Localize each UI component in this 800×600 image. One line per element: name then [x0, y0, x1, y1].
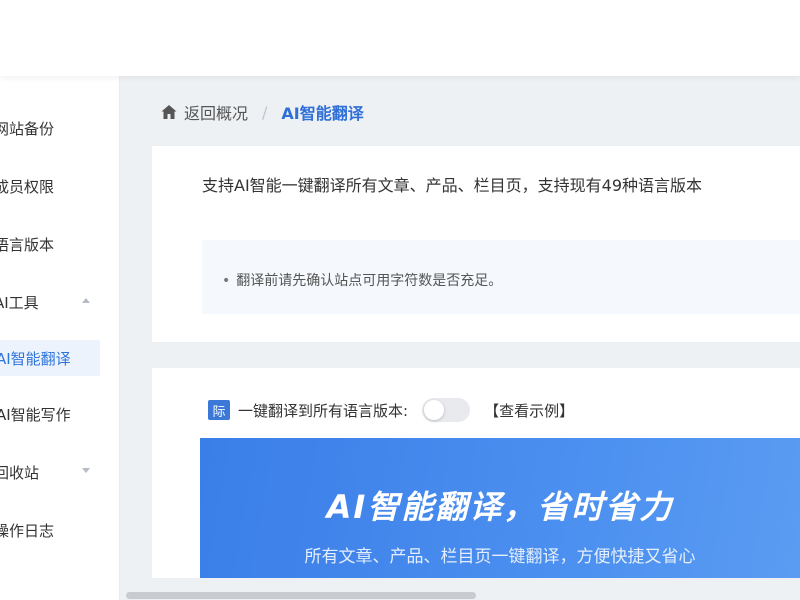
sidebar-item-operation-log[interactable]: 操作日志 [0, 512, 112, 548]
sidebar-item-ai-tools[interactable]: AI工具 [0, 284, 112, 320]
sidebar: 网站备份 成员权限 语言版本 AI工具 AI智能翻译 AI智能写作 回收站 操作… [0, 76, 120, 600]
translate-all-toggle[interactable] [422, 398, 471, 422]
translate-card: 际 一键翻译到所有语言版本: 【查看示例】 AI智能翻译，省时省力 所有文章、产… [152, 368, 800, 578]
sidebar-item-label: 回收站 [0, 463, 40, 482]
breadcrumb-separator: / [262, 102, 268, 122]
sidebar-item-ai-writing[interactable]: AI智能写作 [0, 396, 112, 432]
sidebar-item-label: 成员权限 [0, 177, 55, 196]
promo-banner: AI智能翻译，省时省力 所有文章、产品、栏目页一键翻译，方便快捷又省心 [200, 438, 800, 578]
sidebar-item-member-permissions[interactable]: 成员权限 [0, 168, 112, 204]
scrollbar-thumb[interactable] [126, 592, 476, 599]
main-content: 返回概况 / AI智能翻译 支持AI智能一键翻译所有文章、产品、栏目页，支持现有… [120, 76, 800, 600]
notice-text: 翻译前请先确认站点可用字符数是否充足。 [222, 270, 502, 290]
sidebar-item-label: AI工具 [0, 293, 39, 312]
sidebar-item-website-backup[interactable]: 网站备份 [0, 110, 112, 146]
chevron-up-icon [82, 298, 90, 303]
translate-all-label: 一键翻译到所有语言版本: [238, 401, 409, 420]
home-icon[interactable] [160, 103, 178, 121]
horizontal-scrollbar[interactable] [120, 584, 800, 600]
sidebar-item-language-versions[interactable]: 语言版本 [0, 226, 112, 262]
view-example-link[interactable]: 【查看示例】 [484, 400, 574, 421]
sidebar-item-label: 操作日志 [0, 521, 55, 540]
banner-subtitle: 所有文章、产品、栏目页一键翻译，方便快捷又省心 [304, 547, 696, 567]
feature-description: 支持AI智能一键翻译所有文章、产品、栏目页，支持现有49种语言版本 [202, 176, 703, 195]
breadcrumb: 返回概况 / AI智能翻译 [160, 100, 364, 124]
intro-card: 支持AI智能一键翻译所有文章、产品、栏目页，支持现有49种语言版本 翻译前请先确… [152, 146, 800, 342]
breadcrumb-back-link[interactable]: 返回概况 [184, 100, 248, 124]
top-bar [0, 0, 800, 76]
sidebar-item-label: 网站备份 [0, 119, 55, 138]
breadcrumb-current: AI智能翻译 [281, 104, 364, 123]
toggle-knob [424, 400, 445, 420]
banner-title: AI智能翻译，省时省力 [326, 488, 674, 526]
translate-all-row: 际 一键翻译到所有语言版本: 【查看示例】 [208, 398, 574, 422]
chevron-down-icon [82, 468, 90, 473]
sidebar-item-label: AI智能写作 [0, 405, 71, 424]
notice-box: 翻译前请先确认站点可用字符数是否充足。 [202, 240, 800, 314]
sidebar-item-label: 语言版本 [0, 235, 55, 254]
sidebar-item-label: AI智能翻译 [0, 349, 71, 368]
translate-badge-icon: 际 [208, 400, 230, 420]
sidebar-item-recycle-bin[interactable]: 回收站 [0, 454, 112, 490]
sidebar-item-ai-translate[interactable]: AI智能翻译 [0, 340, 100, 376]
